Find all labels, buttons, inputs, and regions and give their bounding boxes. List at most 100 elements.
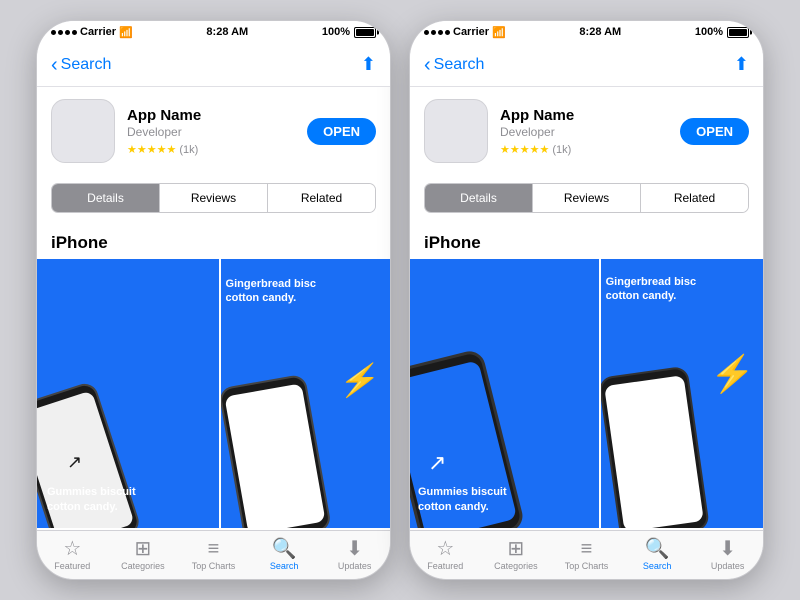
chevron-left-icon: ‹ <box>51 55 58 75</box>
screenshot-1-right[interactable]: ↗ Gummies biscuitcotton candy. <box>410 259 601 528</box>
phone-mock-right2 <box>601 366 710 528</box>
tab-search-right[interactable]: 🔍 Search <box>622 535 693 575</box>
signal-dots <box>51 30 77 35</box>
status-left-right: Carrier 📶 <box>424 26 506 39</box>
caption-top-right-left: Gingerbread bisccotton candy. <box>226 277 316 306</box>
carrier-label-right: Carrier <box>453 26 489 38</box>
segment-details-left[interactable]: Details <box>52 184 160 212</box>
swirl-icon-right: ↗ <box>428 450 446 476</box>
app-rating-left: ★★★★★ (1k) <box>127 143 295 156</box>
screenshots-right: ↗ Gummies biscuitcotton candy. ⚡ <box>410 259 763 528</box>
signal-dots-right <box>424 30 450 35</box>
status-bar-right: Carrier 📶 8:28 AM 100% <box>410 21 763 43</box>
stars-left: ★★★★★ <box>127 144 176 156</box>
phones-container: Carrier 📶 8:28 AM 100% ‹ Search ⬆ App N <box>16 0 784 600</box>
battery-label-right: 100% <box>695 26 723 38</box>
share-button-right[interactable]: ⬆ <box>734 54 749 75</box>
dot3r <box>438 30 443 35</box>
app-developer-right: Developer <box>500 125 668 139</box>
segment-details-right[interactable]: Details <box>425 184 533 212</box>
tab-topcharts-right[interactable]: ≡ Top Charts <box>551 535 622 575</box>
time-label-right: 8:28 AM <box>579 26 621 38</box>
featured-icon-right: ☆ <box>436 539 454 559</box>
phone-left: Carrier 📶 8:28 AM 100% ‹ Search ⬆ App N <box>36 20 391 580</box>
tab-topcharts-label-right: Top Charts <box>565 561 609 571</box>
tab-categories-label-left: Categories <box>121 561 165 571</box>
search-icon-left: 🔍 <box>272 539 297 559</box>
back-label-left: Search <box>61 56 112 74</box>
wifi-icon-right: 📶 <box>492 26 506 39</box>
app-developer-left: Developer <box>127 125 295 139</box>
segment-inner-right: Details Reviews Related <box>424 183 749 213</box>
open-button-left[interactable]: OPEN <box>307 118 376 145</box>
app-name-left: App Name <box>127 107 295 124</box>
screenshot-2-right[interactable]: ⚡ Gingerbread bisccotton candy. <box>601 259 763 528</box>
tab-updates-right[interactable]: ⬇ Updates <box>692 535 763 575</box>
content-area-right: iPhone ↗ Gummies biscuitcotton candy. <box>410 223 763 530</box>
dot2 <box>58 30 63 35</box>
segmented-control-right: Details Reviews Related <box>410 175 763 223</box>
status-right: 100% <box>322 26 376 38</box>
screenshots-left: ↗ Gummies biscuitcotton candy. ⚡ <box>37 259 390 528</box>
updates-icon-left: ⬇ <box>346 539 363 559</box>
app-name-right: App Name <box>500 107 668 124</box>
caption-bottom-left: Gummies biscuitcotton candy. <box>47 485 136 514</box>
caption-bottom-right: Gummies biscuitcotton candy. <box>418 485 507 514</box>
search-icon-tab-right: 🔍 <box>645 539 670 559</box>
tab-featured-label-right: Featured <box>427 561 463 571</box>
segment-reviews-left[interactable]: Reviews <box>160 184 268 212</box>
tab-topcharts-left[interactable]: ≡ Top Charts <box>178 535 249 575</box>
tab-search-label-left: Search <box>270 561 299 571</box>
section-title-left: iPhone <box>37 223 390 259</box>
dot1r <box>424 30 429 35</box>
battery-icon-right <box>727 27 749 38</box>
time-label: 8:28 AM <box>206 26 248 38</box>
segment-inner-left: Details Reviews Related <box>51 183 376 213</box>
segmented-control-left: Details Reviews Related <box>37 175 390 223</box>
dot4r <box>445 30 450 35</box>
back-button-left[interactable]: ‹ Search <box>51 55 111 75</box>
tab-search-left[interactable]: 🔍 Search <box>249 535 320 575</box>
back-button-right[interactable]: ‹ Search <box>424 55 484 75</box>
lightning-icon-right: ⚡ <box>710 353 755 395</box>
updates-icon-right: ⬇ <box>719 539 736 559</box>
open-button-right[interactable]: OPEN <box>680 118 749 145</box>
tab-featured-left[interactable]: ☆ Featured <box>37 535 108 575</box>
topcharts-icon-left: ≡ <box>208 539 220 559</box>
topcharts-icon-right: ≡ <box>581 539 593 559</box>
featured-icon-left: ☆ <box>63 539 81 559</box>
tab-featured-label-left: Featured <box>54 561 90 571</box>
mock-right2-body <box>601 366 710 528</box>
tab-categories-left[interactable]: ⊞ Categories <box>108 535 179 575</box>
dot2r <box>431 30 436 35</box>
status-right-right: 100% <box>695 26 749 38</box>
tab-updates-left[interactable]: ⬇ Updates <box>319 535 390 575</box>
battery-fill <box>356 29 374 36</box>
wifi-icon: 📶 <box>119 26 133 39</box>
status-bar-left: Carrier 📶 8:28 AM 100% <box>37 21 390 43</box>
share-button-left[interactable]: ⬆ <box>361 54 376 75</box>
segment-related-left[interactable]: Related <box>268 184 375 212</box>
stars-right: ★★★★★ <box>500 144 549 156</box>
segment-related-right[interactable]: Related <box>641 184 748 212</box>
battery-icon <box>354 27 376 38</box>
app-rating-right: ★★★★★ (1k) <box>500 143 668 156</box>
battery-fill-right <box>729 29 747 36</box>
tab-categories-right[interactable]: ⊞ Categories <box>481 535 552 575</box>
swirl-icon-left: ↗ <box>67 452 82 473</box>
back-label-right: Search <box>434 56 485 74</box>
screenshot-2-left[interactable]: ⚡ Gingerbread bisccotton candy. <box>221 259 390 528</box>
tab-categories-label-right: Categories <box>494 561 538 571</box>
app-info-right: App Name Developer ★★★★★ (1k) <box>500 107 668 156</box>
nav-bar-left: ‹ Search ⬆ <box>37 43 390 87</box>
screenshot-1-left[interactable]: ↗ Gummies biscuitcotton candy. <box>37 259 221 528</box>
status-left: Carrier 📶 <box>51 26 133 39</box>
tab-bar-right: ☆ Featured ⊞ Categories ≡ Top Charts 🔍 S… <box>410 530 763 579</box>
chevron-left-icon-right: ‹ <box>424 55 431 75</box>
categories-icon-right: ⊞ <box>508 539 525 559</box>
tab-bar-left: ☆ Featured ⊞ Categories ≡ Top Charts 🔍 S… <box>37 530 390 579</box>
carrier-label: Carrier <box>80 26 116 38</box>
tab-featured-right[interactable]: ☆ Featured <box>410 535 481 575</box>
segment-reviews-right[interactable]: Reviews <box>533 184 641 212</box>
mock-right2-screen <box>604 375 704 528</box>
